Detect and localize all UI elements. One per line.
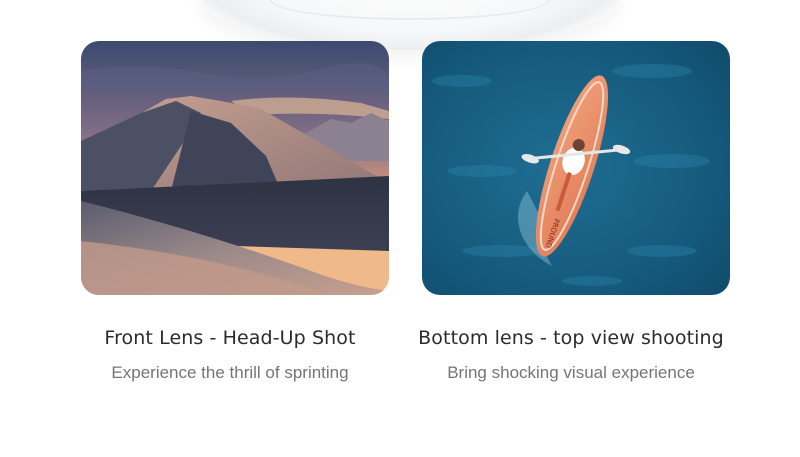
front-lens-image (81, 41, 389, 295)
bottom-lens-title: Bottom lens - top view shooting (418, 327, 724, 349)
bottom-lens-image: PROUND (422, 41, 730, 295)
product-ring (270, 0, 550, 20)
bottom-lens-subtitle: Bring shocking visual experience (447, 363, 695, 382)
desert-dunes-photo (81, 41, 389, 295)
front-lens-title: Front Lens - Head-Up Shot (104, 327, 356, 349)
front-lens-subtitle: Experience the thrill of sprinting (111, 363, 349, 382)
kayak-aerial-photo: PROUND (422, 41, 730, 295)
